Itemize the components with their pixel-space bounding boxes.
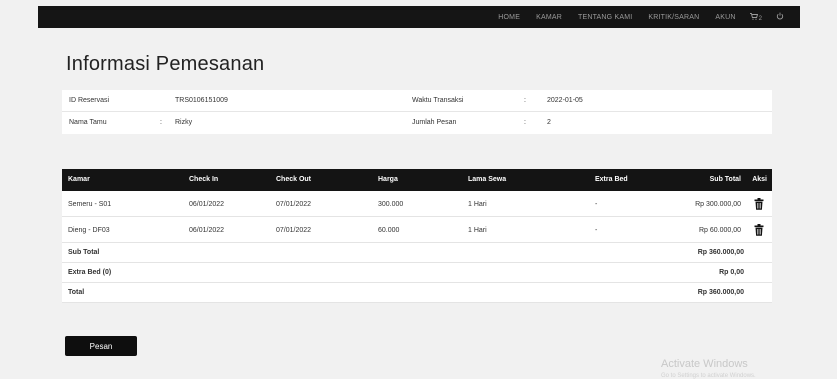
table-row: Dieng - DF03 06/01/2022 07/01/2022 60.00… xyxy=(62,217,772,243)
nav-kamar[interactable]: KAMAR xyxy=(536,14,562,21)
power-icon[interactable] xyxy=(776,12,784,22)
jumlah-pesan-label: Jumlah Pesan xyxy=(412,119,457,126)
colon: : xyxy=(524,97,526,104)
cell-kamar: Semeru - S01 xyxy=(68,201,112,208)
header-aksi: Aksi xyxy=(752,176,767,183)
colon: : xyxy=(160,119,162,126)
cell-extra-bed: - xyxy=(595,201,598,208)
cell-check-out: 07/01/2022 xyxy=(276,227,312,234)
top-navbar: HOME KAMAR TENTANG KAMI KRITIK/SARAN AKU… xyxy=(38,6,800,28)
header-sub-total: Sub Total xyxy=(709,176,741,183)
info-row: ID Reservasi TRS0106151009 Waktu Transak… xyxy=(62,90,772,112)
nama-tamu-value: Rizky xyxy=(175,119,193,126)
cell-check-in: 06/01/2022 xyxy=(189,201,225,208)
nav-home[interactable]: HOME xyxy=(498,14,520,21)
activate-windows-subtitle: Go to Settings to activate Windows. xyxy=(661,373,756,379)
order-table: Kamar Check In Check Out Harga Lama Sewa… xyxy=(62,169,772,303)
header-kamar: Kamar xyxy=(68,176,90,183)
id-reservasi-label: ID Reservasi xyxy=(69,97,110,104)
summary-row-extra-bed: Extra Bed (0) Rp 0,00 xyxy=(62,263,772,283)
cell-kamar: Dieng - DF03 xyxy=(68,227,110,234)
cell-lama-sewa: 1 Hari xyxy=(468,227,487,234)
jumlah-pesan-value: 2 xyxy=(547,119,551,126)
summary-label: Sub Total xyxy=(68,249,100,256)
summary-value: Rp 360.000,00 xyxy=(697,249,744,256)
nav-akun[interactable]: AKUN xyxy=(715,14,735,21)
table-row: Semeru - S01 06/01/2022 07/01/2022 300.0… xyxy=(62,191,772,217)
cell-harga: 60.000 xyxy=(378,227,400,234)
waktu-transaksi-value: 2022-01-05 xyxy=(547,97,583,104)
header-check-in: Check In xyxy=(189,176,219,183)
cell-check-out: 07/01/2022 xyxy=(276,201,312,208)
header-extra-bed: Extra Bed xyxy=(595,176,628,183)
header-lama-sewa: Lama Sewa xyxy=(468,176,507,183)
cart-count: 2 xyxy=(758,15,762,22)
trash-icon[interactable] xyxy=(754,224,764,236)
activate-windows-watermark: Activate Windows xyxy=(661,358,748,370)
summary-label: Total xyxy=(68,289,85,296)
reservation-info-card: ID Reservasi TRS0106151009 Waktu Transak… xyxy=(62,90,772,134)
nama-tamu-label: Nama Tamu xyxy=(69,119,107,126)
summary-row-sub-total: Sub Total Rp 360.000,00 xyxy=(62,243,772,263)
cell-extra-bed: - xyxy=(595,227,598,234)
cell-sub-total: Rp 300.000,00 xyxy=(695,201,741,208)
cell-check-in: 06/01/2022 xyxy=(189,227,225,234)
cell-sub-total: Rp 60.000,00 xyxy=(698,227,741,234)
summary-row-total: Total Rp 360.000,00 xyxy=(62,283,772,303)
table-header: Kamar Check In Check Out Harga Lama Sewa… xyxy=(62,169,772,191)
nav-tentang-kami[interactable]: TENTANG KAMI xyxy=(578,14,632,21)
waktu-transaksi-label: Waktu Transaksi xyxy=(412,97,464,104)
info-row: Nama Tamu : Rizky Jumlah Pesan : 2 xyxy=(62,112,772,134)
cart-icon[interactable]: 2 xyxy=(749,12,762,22)
summary-value: Rp 360.000,00 xyxy=(697,289,744,296)
page-title: Informasi Pemesanan xyxy=(66,53,265,75)
nav-kritik-saran[interactable]: KRITIK/SARAN xyxy=(648,14,699,21)
id-reservasi-value: TRS0106151009 xyxy=(175,97,228,104)
summary-value: Rp 0,00 xyxy=(719,269,744,276)
colon: : xyxy=(524,119,526,126)
header-check-out: Check Out xyxy=(276,176,312,183)
cell-harga: 300.000 xyxy=(378,201,404,208)
pesan-button[interactable]: Pesan xyxy=(65,336,137,356)
trash-icon[interactable] xyxy=(754,198,764,210)
summary-label: Extra Bed (0) xyxy=(68,269,112,276)
header-harga: Harga xyxy=(378,176,398,183)
cell-lama-sewa: 1 Hari xyxy=(468,201,487,208)
